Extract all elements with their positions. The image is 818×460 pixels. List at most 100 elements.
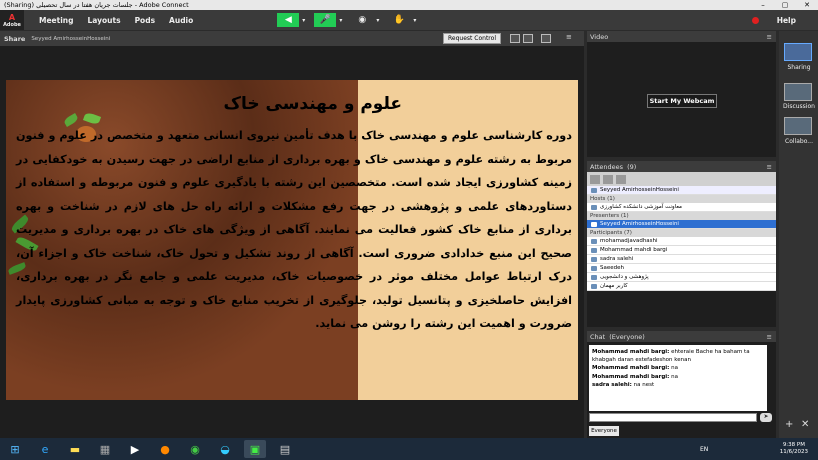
chat-pod: Chat (Everyone) ≡ Mohammad mahdi bargi: … (587, 331, 776, 438)
maximize-button[interactable]: ▢ (774, 1, 796, 9)
list-item[interactable]: sadra salehi (587, 255, 776, 264)
list-item[interactable]: معاونت آموزشی دانشکده کشاورزی (587, 203, 776, 212)
logged-user-name: Seyyed AmirhosseinHosseini (600, 187, 679, 193)
notepad-icon[interactable]: ▤ (274, 440, 296, 458)
slide-body-text: دوره کارشناسی علوم و مهندسی خاک با هدف ت… (16, 129, 572, 330)
attendees-count: (9) (627, 162, 637, 171)
user-icon (591, 204, 597, 210)
pod-options-icon[interactable] (541, 34, 551, 43)
chat-text: na (671, 365, 678, 372)
language-indicator[interactable]: EN (700, 446, 708, 453)
chat-sender: sadra salehi: (592, 381, 632, 388)
chrome-icon[interactable]: ◉ (184, 440, 206, 458)
list-item[interactable]: کاربر مهمان (587, 282, 776, 291)
status-dropdown-icon[interactable]: ▾ (413, 17, 416, 24)
participants-label: Participants (7) (590, 230, 632, 236)
user-icon (591, 221, 597, 227)
video-pod-header: Video ≡ (587, 31, 776, 42)
pod-menu-icon[interactable]: ≡ (566, 33, 572, 41)
attendees-toolbar (587, 172, 776, 186)
status-view-icon[interactable] (603, 174, 613, 184)
list-item[interactable]: mohamadjavadhashi (587, 237, 776, 246)
layout-collaboration-label[interactable]: Collabo... (781, 138, 817, 145)
send-icon[interactable]: ➤ (760, 413, 772, 422)
user-icon (591, 187, 597, 193)
chat-text: na (671, 373, 678, 380)
attendees-pod-title: Attendees (590, 162, 624, 171)
chat-tab-everyone[interactable]: Everyone (589, 426, 619, 436)
list-item[interactable]: Mohammad mahdi bargi (587, 246, 776, 255)
attendees-pod-menu-icon[interactable]: ≡ (767, 163, 772, 171)
list-item[interactable]: Seyyed AmirhosseinHosseini (587, 220, 776, 229)
menu-pods[interactable]: Pods (135, 16, 155, 25)
user-icon (591, 265, 597, 271)
list-view-icon[interactable] (590, 174, 600, 184)
attendee-name: کاربر مهمان (600, 283, 628, 289)
clock[interactable]: 9:38 PM 11/6/2023 (780, 442, 808, 456)
folder-icon[interactable]: ▬ (64, 440, 86, 458)
chat-input[interactable] (589, 413, 757, 422)
edge-icon[interactable]: ◒ (214, 440, 236, 458)
fit-width-icon[interactable] (510, 34, 520, 43)
raise-hand-icon[interactable]: ✋ (388, 13, 410, 27)
control-panel-icon[interactable]: ▦ (94, 440, 116, 458)
attendee-name: پژوهشی و دانشجویی (600, 274, 649, 280)
user-icon (591, 256, 597, 262)
full-screen-icon[interactable] (523, 34, 533, 43)
media-icon[interactable]: ▶ (124, 440, 146, 458)
chat-text: na nest (633, 381, 655, 388)
attendee-name: Seyyed AmirhosseinHosseini (600, 221, 679, 227)
chat-message: Mohammad mahdi bargi: ehteraie Bache ha … (592, 348, 764, 364)
clock-date: 11/6/2023 (779, 449, 808, 455)
record-icon[interactable] (751, 16, 759, 24)
chat-sender: Mohammad mahdi bargi: (592, 373, 670, 380)
settings-icon[interactable]: ✕ (801, 419, 809, 430)
start-icon[interactable]: ⊞ (4, 440, 26, 458)
chat-messages: Mohammad mahdi bargi: ehteraie Bache ha … (589, 345, 767, 411)
video-pod-title: Video (590, 32, 609, 41)
adobe-logo: A Adobe (0, 10, 24, 30)
list-item[interactable]: Saeedeh (587, 264, 776, 273)
shared-slide: علوم و مهندسی خاک دوره کارشناسی علوم و م… (6, 80, 578, 400)
attendee-name: sadra salehi (600, 256, 634, 262)
layout-discussion-label[interactable]: Discussion (781, 103, 817, 110)
list-item[interactable]: پژوهشی و دانشجویی (587, 273, 776, 282)
menu-layouts[interactable]: Layouts (88, 16, 121, 25)
layout-discussion-thumb[interactable] (784, 83, 812, 101)
webcam-dropdown-icon[interactable]: ▾ (376, 17, 379, 24)
firefox-icon[interactable]: ● (154, 440, 176, 458)
layout-collaboration-thumb[interactable] (784, 117, 812, 135)
share-pod-title: Share (4, 34, 26, 43)
add-layout-icon[interactable]: + (785, 419, 793, 430)
share-presenter-name: Seyyed AmirhosseinHosseini (31, 35, 111, 42)
chat-sender: Mohammad mahdi bargi: (592, 365, 670, 372)
participants-section[interactable]: Participants (7) (587, 229, 776, 237)
close-button[interactable]: ✕ (796, 1, 818, 9)
chat-message: Mohammad mahdi bargi: na (592, 373, 764, 381)
microphone-dropdown-icon[interactable]: ▾ (339, 17, 342, 24)
hosts-section[interactable]: Hosts (1) (587, 195, 776, 203)
attendees-pod-header: Attendees (9) ≡ (587, 161, 776, 172)
speaker-dropdown-icon[interactable]: ▾ (302, 17, 305, 24)
webcam-icon[interactable]: ◉ (351, 13, 373, 27)
user-icon (591, 247, 597, 253)
ie-icon[interactable]: e (34, 440, 56, 458)
minimize-button[interactable]: – (752, 1, 774, 9)
adobe-connect-icon[interactable]: ▣ (244, 440, 266, 458)
logged-user-row[interactable]: Seyyed AmirhosseinHosseini (587, 186, 776, 195)
microphone-icon[interactable]: 🎤 (314, 13, 337, 27)
user-icon (591, 283, 597, 289)
menu-help[interactable]: Help (777, 16, 796, 25)
chat-pod-menu-icon[interactable]: ≡ (767, 333, 772, 341)
layout-sharing-label[interactable]: Sharing (781, 64, 817, 71)
layout-sharing-thumb[interactable] (784, 43, 812, 61)
presenters-section[interactable]: Presenters (1) (587, 212, 776, 220)
speaker-icon[interactable]: ◀ (277, 13, 300, 27)
chat-message: sadra salehi: na nest (592, 381, 764, 389)
request-control-button[interactable]: Request Control (443, 33, 501, 44)
menu-meeting[interactable]: Meeting (39, 16, 74, 25)
video-pod-menu-icon[interactable]: ≡ (767, 33, 772, 41)
start-webcam-button[interactable]: Start My Webcam (647, 94, 717, 108)
menu-audio[interactable]: Audio (169, 16, 193, 25)
breakout-icon[interactable] (616, 174, 626, 184)
